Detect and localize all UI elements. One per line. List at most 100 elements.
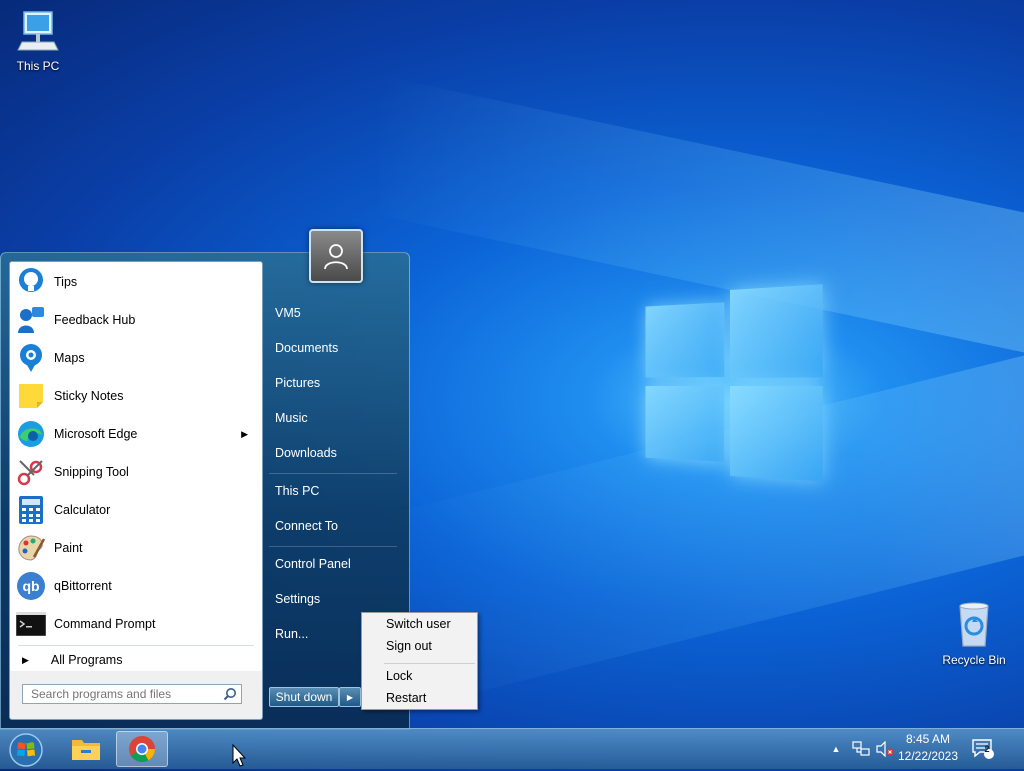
recycle-bin-icon — [959, 602, 989, 647]
right-item-pictures[interactable]: Pictures — [269, 370, 401, 396]
menu-item-sign-out[interactable]: Sign out — [364, 636, 475, 656]
right-item-label: This PC — [275, 484, 320, 498]
divider — [269, 546, 397, 547]
divider — [269, 473, 397, 474]
desktop-icon-recycle-bin[interactable]: Recycle Bin — [938, 600, 1010, 667]
right-item-label: Run... — [275, 627, 309, 641]
pinned-item-qbittorrent[interactable]: qb qBittorrent — [12, 568, 258, 604]
right-item-label: VM5 — [275, 306, 301, 320]
start-button[interactable] — [6, 731, 46, 769]
pinned-programs-panel: Tips Feedback Hub Maps Sticky Notes Micr… — [9, 261, 263, 673]
taskbar: ▲ 8:45 AM 12/22/2023 2 — [0, 728, 1024, 769]
desktop-icon-label: This PC — [16, 59, 60, 73]
pinned-item-command-prompt[interactable]: Command Prompt — [12, 606, 258, 642]
menu-item-lock[interactable]: Lock — [364, 666, 475, 686]
power-options-menu: Switch user Sign out Lock Restart — [361, 612, 478, 710]
pinned-item-label: Snipping Tool — [54, 465, 129, 479]
taskbar-clock[interactable]: 8:45 AM 12/22/2023 — [892, 731, 964, 765]
user-avatar[interactable] — [309, 229, 363, 283]
menu-item-label: Sign out — [386, 639, 432, 653]
all-programs-button[interactable]: ▶ All Programs — [12, 650, 258, 670]
pinned-item-tips[interactable]: Tips — [12, 264, 258, 300]
network-tray[interactable] — [850, 729, 872, 769]
search-input[interactable] — [23, 685, 229, 703]
qbittorrent-icon: qb — [14, 569, 48, 603]
palette-icon — [14, 531, 48, 565]
divider — [18, 645, 254, 646]
pinned-item-sticky-notes[interactable]: Sticky Notes — [12, 378, 258, 414]
sticky-note-icon — [14, 379, 48, 413]
shutdown-label: Shut down — [275, 690, 333, 704]
windows-orb-icon — [9, 733, 43, 767]
right-item-label: Pictures — [275, 376, 321, 390]
right-item-control-panel[interactable]: Control Panel — [269, 551, 401, 577]
network-icon — [852, 741, 870, 756]
right-item-music[interactable]: Music — [269, 405, 401, 431]
desktop-icon-this-pc[interactable]: This PC — [2, 8, 74, 73]
right-item-connect-to[interactable]: Connect To — [269, 513, 401, 539]
menu-item-label: Lock — [386, 669, 413, 683]
chevron-right-icon: ▶ — [346, 692, 354, 702]
right-item-downloads[interactable]: Downloads — [269, 440, 401, 466]
divider — [384, 663, 475, 664]
pinned-item-label: qBittorrent — [54, 579, 112, 593]
feedback-icon — [14, 303, 48, 337]
notification-count-badge: 2 — [984, 744, 990, 754]
pinned-item-label: Microsoft Edge — [54, 427, 138, 441]
start-menu: Tips Feedback Hub Maps Sticky Notes Micr… — [0, 229, 410, 730]
search-icon[interactable] — [223, 687, 237, 704]
right-item-label: Documents — [275, 341, 339, 355]
clock-time: 8:45 AM — [905, 732, 951, 746]
pinned-item-label: Command Prompt — [54, 617, 156, 631]
right-item-label: Downloads — [275, 446, 337, 460]
right-item-settings[interactable]: Settings — [269, 586, 401, 612]
pinned-item-label: Maps — [54, 351, 85, 365]
right-item-label: Control Panel — [275, 557, 351, 571]
pinned-item-snipping-tool[interactable]: Snipping Tool — [12, 454, 258, 490]
windows-logo-wallpaper — [645, 284, 825, 486]
pinned-item-microsoft-edge[interactable]: Microsoft Edge ▶ — [12, 416, 258, 452]
right-item-label: Music — [275, 411, 308, 425]
pinned-item-label: Calculator — [54, 503, 111, 517]
shutdown-button[interactable]: Shut down — [269, 687, 339, 707]
shutdown-options-button[interactable]: ▶ — [339, 687, 361, 707]
pinned-item-calculator[interactable]: Calculator — [12, 492, 258, 528]
chevron-up-icon: ▲ — [831, 744, 841, 754]
all-programs-label: All Programs — [50, 653, 123, 667]
pinned-item-label: Sticky Notes — [54, 389, 124, 403]
search-area — [9, 671, 263, 720]
menu-item-restart[interactable]: Restart — [364, 688, 475, 708]
submenu-arrow-icon[interactable]: ▶ — [241, 429, 248, 440]
calculator-icon — [14, 493, 48, 527]
search-box[interactable] — [22, 684, 242, 704]
notification-center-button[interactable]: 2 — [968, 729, 998, 769]
right-item-documents[interactable]: Documents — [269, 335, 401, 361]
pinned-item-paint[interactable]: Paint — [12, 530, 258, 566]
pinned-item-label: Tips — [54, 275, 78, 289]
right-item-user[interactable]: VM5 — [269, 300, 401, 326]
terminal-icon — [14, 607, 48, 641]
menu-item-switch-user[interactable]: Switch user — [364, 614, 475, 634]
menu-item-label: Restart — [386, 691, 427, 705]
edge-icon — [14, 417, 48, 451]
taskbar-file-explorer[interactable] — [60, 731, 112, 767]
user-icon — [324, 244, 348, 270]
file-explorer-icon — [72, 740, 100, 760]
chrome-icon — [129, 736, 156, 763]
right-item-label: Settings — [275, 592, 321, 606]
map-pin-icon — [14, 341, 48, 375]
pinned-item-feedback-hub[interactable]: Feedback Hub — [12, 302, 258, 338]
taskbar-chrome[interactable] — [116, 731, 168, 767]
right-item-label: Connect To — [275, 519, 339, 533]
computer-icon — [17, 11, 59, 51]
show-hidden-icons-button[interactable]: ▲ — [828, 729, 844, 769]
lightbulb-icon — [14, 265, 48, 299]
pinned-item-maps[interactable]: Maps — [12, 340, 258, 376]
svg-text:qb: qb — [22, 578, 39, 594]
desktop-icon-label: Recycle Bin — [942, 653, 1006, 667]
triangle-right-icon: ▶ — [22, 654, 29, 665]
pinned-item-label: Feedback Hub — [54, 313, 136, 327]
pinned-item-label: Paint — [54, 541, 83, 555]
mouse-cursor-icon — [232, 743, 248, 771]
right-item-this-pc[interactable]: This PC — [269, 478, 401, 504]
